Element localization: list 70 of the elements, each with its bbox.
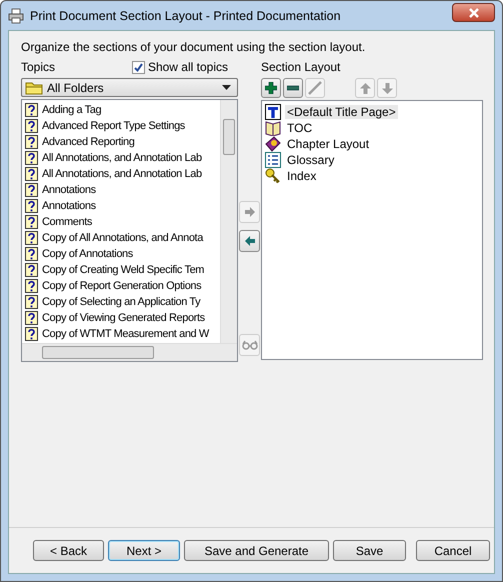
check-icon [132, 62, 144, 72]
right-arrow-icon [244, 206, 256, 218]
topic-item[interactable]: Copy of Report Generation Options [25, 278, 237, 294]
help-page-icon [25, 103, 38, 117]
remove-button[interactable] [283, 78, 303, 98]
horizontal-scrollbar[interactable] [22, 343, 237, 361]
minus-icon [287, 85, 299, 91]
down-arrow-icon [382, 82, 392, 94]
topic-item[interactable]: All Annotations, and Annotation Lab [25, 166, 237, 182]
dialog-button[interactable]: Save [333, 540, 406, 561]
window-title: Print Document Section Layout - Printed Documentation [30, 8, 342, 22]
help-page-icon [25, 119, 38, 133]
topic-item[interactable]: Copy of WTMT Measurement and W [25, 326, 237, 342]
left-arrow-icon [244, 235, 256, 247]
book-icon [265, 136, 281, 152]
up-arrow-icon [360, 82, 370, 94]
help-page-icon [25, 151, 38, 165]
vertical-scrollbar[interactable] [220, 100, 237, 344]
dropdown-arrow-icon [222, 85, 231, 90]
title-page-icon [265, 104, 281, 120]
section-item[interactable]: <Default Title Page> [285, 105, 398, 119]
plus-icon [265, 82, 277, 94]
add-button[interactable] [261, 78, 281, 98]
help-page-icon [25, 311, 38, 325]
dialog-button[interactable]: Next > [108, 540, 180, 561]
topic-item[interactable]: Copy of Selecting an Application Ty [25, 294, 237, 310]
remove-from-layout-button[interactable] [239, 230, 260, 252]
help-page-icon [25, 199, 38, 213]
topic-item[interactable]: Adding a Tag [25, 102, 237, 118]
topics-label: Topics [21, 60, 56, 74]
section-item[interactable]: Glossary [285, 153, 336, 167]
show-all-topics-checkbox[interactable]: Show all topics [132, 60, 228, 74]
dialog-button[interactable]: Cancel [416, 540, 490, 561]
help-page-icon [25, 183, 38, 197]
dialog-button[interactable]: < Back [33, 540, 104, 561]
help-page-icon [25, 327, 38, 341]
help-page-icon [25, 295, 38, 309]
list-icon [265, 152, 281, 168]
pencil-icon [308, 81, 322, 95]
printer-icon [8, 8, 24, 24]
open-book-icon [265, 120, 281, 136]
glasses-icon [242, 340, 258, 350]
folder-dropdown[interactable]: All Folders [21, 78, 238, 97]
help-page-icon [25, 135, 38, 149]
help-page-icon [25, 215, 38, 229]
topic-item[interactable]: Copy of All Annotations, and Annota [25, 230, 237, 246]
section-layout-label: Section Layout [261, 60, 340, 74]
help-page-icon [25, 247, 38, 261]
help-page-icon [25, 279, 38, 293]
topic-item[interactable]: All Annotations, and Annotation Lab [25, 150, 237, 166]
section-item[interactable]: TOC [285, 121, 314, 135]
topic-item[interactable]: Copy of Annotations [25, 246, 237, 262]
section-item[interactable]: Index [285, 169, 318, 183]
section-item[interactable]: Chapter Layout [285, 137, 372, 151]
topic-item[interactable]: Advanced Reporting [25, 134, 237, 150]
close-icon [468, 8, 480, 18]
topic-item[interactable]: Annotations [25, 182, 237, 198]
help-page-icon [25, 263, 38, 277]
topic-item[interactable]: Copy of Viewing Generated Reports [25, 310, 237, 326]
topic-item[interactable]: Advanced Report Type Settings [25, 118, 237, 134]
close-button[interactable] [452, 3, 495, 22]
help-page-icon [25, 231, 38, 245]
key-icon [265, 168, 281, 184]
help-page-icon [25, 167, 38, 181]
topic-item[interactable]: Copy of Creating Weld Specific Tem [25, 262, 237, 278]
folder-icon [25, 80, 43, 94]
topic-item[interactable]: Comments [25, 214, 237, 230]
dialog-button[interactable]: Save and Generate [184, 540, 329, 561]
instruction-text: Organize the sections of your document using the section layout. [21, 40, 366, 54]
topic-item[interactable]: Annotations [25, 198, 237, 214]
